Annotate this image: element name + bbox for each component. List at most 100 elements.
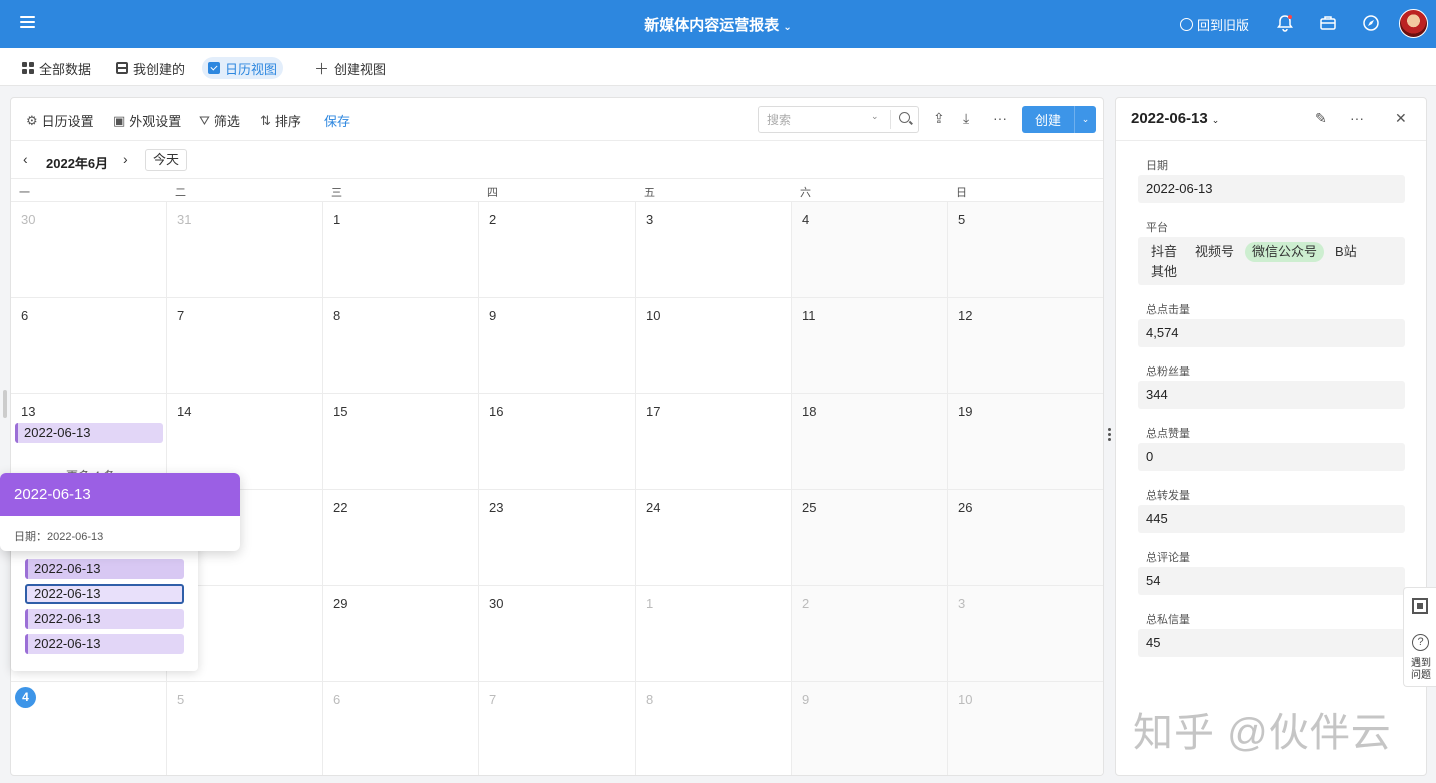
app-title[interactable]: 新媒体内容运营报表 ⌄ (644, 14, 791, 35)
calendar-day-cell[interactable]: 23 (479, 490, 636, 586)
likes-field[interactable]: 0 (1138, 443, 1405, 471)
comments-label: 总评论量 (1146, 552, 1190, 564)
calendar-day-cell[interactable]: 10 (636, 298, 792, 394)
chevron-right-icon[interactable]: › (123, 151, 128, 167)
calendar-day-cell[interactable]: 18 (792, 394, 948, 490)
calendar-day-cell[interactable]: 9 (792, 682, 948, 775)
platform-option[interactable]: 其他 (1144, 262, 1184, 282)
today-button[interactable]: 今天 (145, 149, 188, 171)
tab-all-data[interactable]: 全部数据 (16, 57, 97, 79)
popover-event[interactable]: 2022-06-13 (25, 634, 184, 654)
popover-event[interactable]: 2022-06-13 (25, 609, 184, 629)
calendar-day-cell[interactable]: 1 (323, 202, 479, 298)
calendar-day-cell[interactable]: 11 (792, 298, 948, 394)
calendar-day-cell[interactable]: 26 (948, 490, 1103, 586)
search-placeholder: 搜索 (767, 113, 792, 127)
calendar-day-cell[interactable]: 5 (167, 682, 323, 775)
calendar-day-cell[interactable]: 1 (636, 586, 792, 682)
sort-button[interactable]: ⇅ 排序 (260, 111, 301, 130)
calendar-day-cell[interactable]: 30 (11, 202, 167, 298)
qrcode-icon[interactable] (1412, 598, 1428, 614)
platform-option[interactable]: 微信公众号 (1245, 242, 1325, 262)
messages-field[interactable]: 45 (1138, 629, 1405, 657)
date-label: 日期 (1146, 160, 1168, 172)
download-icon[interactable]: ⤓ (963, 110, 969, 127)
day-number: 29 (333, 596, 348, 611)
calendar-day-cell[interactable]: 8 (323, 298, 479, 394)
calendar-day-cell[interactable]: 6 (323, 682, 479, 775)
help-label[interactable]: 遇到问题 (1409, 658, 1433, 682)
panel-resize-handle[interactable] (1108, 428, 1111, 443)
briefcase-icon[interactable] (1319, 14, 1337, 32)
platform-option[interactable]: 视频号 (1188, 242, 1241, 262)
calendar-day-cell[interactable]: 5 (948, 202, 1103, 298)
create-button[interactable]: 创建 ⌄ (1022, 106, 1096, 133)
calendar-day-cell[interactable]: 7 (479, 682, 636, 775)
calendar-day-cell[interactable]: 30 (479, 586, 636, 682)
day-number: 26 (958, 500, 973, 515)
date-field[interactable]: 2022-06-13 (1138, 175, 1405, 203)
calendar-day-cell[interactable]: 17 (636, 394, 792, 490)
appearance-settings-button[interactable]: ▣ 外观设置 (113, 111, 181, 130)
calendar-day-cell[interactable]: 8 (636, 682, 792, 775)
calendar-day-cell[interactable]: 12 (948, 298, 1103, 394)
day-number: 13 (21, 404, 36, 419)
menu-icon[interactable] (20, 16, 35, 30)
fans-field[interactable]: 344 (1138, 381, 1405, 409)
calendar-day-cell[interactable]: 16 (479, 394, 636, 490)
calendar-event[interactable]: 2022-06-13 (15, 423, 163, 443)
calendar-day-cell[interactable]: 31 (167, 202, 323, 298)
upload-icon[interactable]: ⇪ (933, 110, 945, 127)
platform-option[interactable]: B站 (1328, 242, 1364, 262)
popover-event[interactable]: 2022-06-13 (25, 559, 184, 579)
chevron-down-icon[interactable]: ⌄ (871, 111, 879, 122)
calendar-day-cell[interactable]: 15 (323, 394, 479, 490)
filter-button[interactable]: ⛛ 筛选 (199, 111, 240, 130)
calendar-day-cell[interactable]: 2 (479, 202, 636, 298)
comments-field[interactable]: 54 (1138, 567, 1405, 595)
calendar-day-cell[interactable]: 25 (792, 490, 948, 586)
table-icon (116, 62, 128, 74)
save-button[interactable]: 保存 (324, 111, 350, 130)
calendar-day-cell[interactable]: 3 (948, 586, 1103, 682)
calendar-day-cell[interactable]: 4 (11, 682, 167, 775)
calendar-day-cell[interactable]: 10 (948, 682, 1103, 775)
calendar-settings-button[interactable]: ⚙ 日历设置 (26, 111, 94, 130)
calendar-day-cell[interactable]: 7 (167, 298, 323, 394)
compass-icon[interactable] (1362, 14, 1380, 32)
create-label: 创建 (1034, 113, 1061, 128)
search-input[interactable]: 搜索 ⌄ (758, 106, 919, 133)
platform-option[interactable]: 抖音 (1144, 242, 1184, 262)
calendar-day-cell[interactable]: 3 (636, 202, 792, 298)
create-view-button[interactable]: ＋创建视图 (308, 57, 392, 79)
back-to-old-version-button[interactable]: 回到旧版 (1180, 15, 1249, 34)
calendar-day-cell[interactable]: 29 (323, 586, 479, 682)
platform-field[interactable]: 抖音 视频号 微信公众号 B站其他 (1138, 237, 1405, 285)
chevron-left-icon[interactable]: ‹ (23, 151, 28, 167)
resize-handle[interactable] (3, 390, 7, 418)
watermark: 知乎 @伙伴云 (1133, 711, 1392, 755)
calendar-day-cell[interactable]: 9 (479, 298, 636, 394)
calendar-day-cell[interactable]: 4 (792, 202, 948, 298)
help-icon[interactable]: ? (1412, 634, 1429, 651)
tab-calendar-view[interactable]: 日历视图 (202, 57, 284, 79)
bell-icon[interactable] (1276, 14, 1294, 32)
more-icon[interactable]: ··· (993, 110, 1007, 126)
calendar-day-cell[interactable]: 6 (11, 298, 167, 394)
shares-field[interactable]: 445 (1138, 505, 1405, 533)
search-icon[interactable] (899, 112, 910, 123)
event-tooltip: 2022-06-13 日期：2022-06-13 (0, 473, 240, 551)
calendar-day-cell[interactable]: 2 (792, 586, 948, 682)
clicks-field[interactable]: 4,574 (1138, 319, 1405, 347)
popover-event[interactable]: 2022-06-13 (25, 584, 184, 604)
avatar[interactable] (1399, 9, 1428, 38)
edit-icon[interactable]: ✎ (1315, 110, 1327, 127)
chevron-down-icon[interactable]: ⌄ (1075, 114, 1096, 125)
more-icon[interactable]: ··· (1350, 110, 1364, 126)
close-icon[interactable]: ✕ (1395, 110, 1407, 127)
detail-title[interactable]: 2022-06-13 ⌄ (1131, 110, 1219, 127)
calendar-day-cell[interactable]: 24 (636, 490, 792, 586)
tab-my-created[interactable]: 我创建的 (110, 57, 191, 79)
calendar-day-cell[interactable]: 22 (323, 490, 479, 586)
calendar-day-cell[interactable]: 19 (948, 394, 1103, 490)
